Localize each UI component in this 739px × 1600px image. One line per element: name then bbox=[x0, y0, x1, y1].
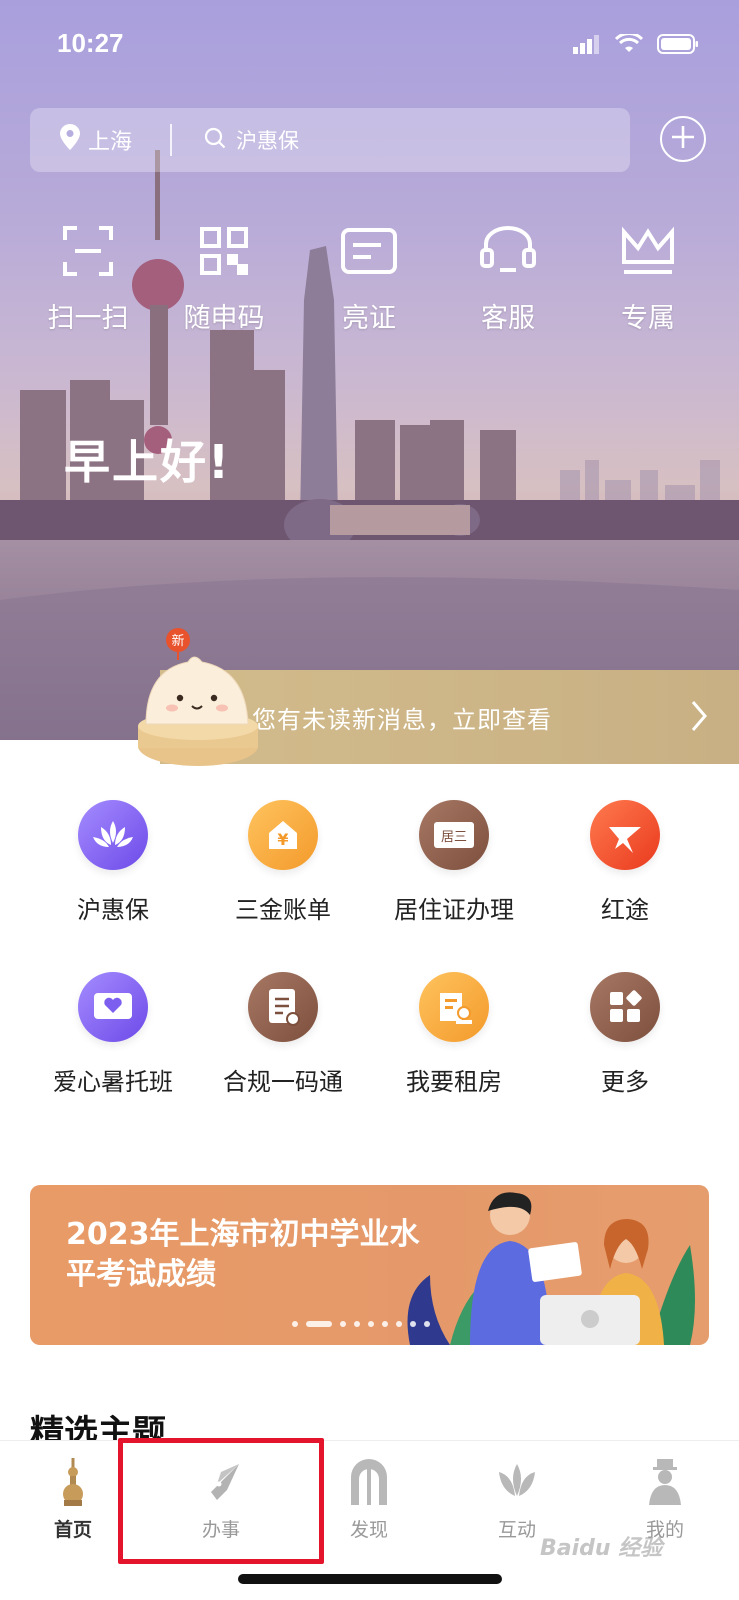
message-text: 您有未读新消息，立即查看 bbox=[252, 705, 552, 734]
location-selector[interactable]: 上海 bbox=[30, 124, 170, 156]
quick-actions: 扫一扫 随申码 亮证 客服 专属 bbox=[0, 222, 739, 342]
promo-title: 2023年上海市初中学业水平考试成绩 bbox=[66, 1217, 420, 1292]
service-label: 三金账单 bbox=[235, 896, 331, 924]
wifi-icon bbox=[614, 32, 644, 58]
carousel-dot bbox=[354, 1321, 360, 1327]
plus-icon bbox=[670, 124, 696, 154]
promo-banner[interactable]: 2023年上海市初中学业水平考试成绩 bbox=[30, 1185, 709, 1345]
watermark: Baidu 经验 bbox=[540, 1536, 663, 1561]
service-huhuibao[interactable]: 沪惠保 bbox=[28, 800, 198, 925]
quick-action-label: 扫一扫 bbox=[47, 303, 129, 334]
tab-label: 发现 bbox=[349, 1519, 388, 1541]
home-tower-icon bbox=[48, 1457, 98, 1507]
hero-banner: 10:27 上海 沪惠保 扫一扫 随申码 亮证 客服 专属 早上好! bbox=[0, 0, 739, 740]
heart-screen-icon bbox=[78, 972, 148, 1042]
service-compliance-code[interactable]: 合规一码通 bbox=[198, 972, 368, 1097]
service-hongtu[interactable]: 红途 bbox=[540, 800, 710, 925]
carousel-dot bbox=[410, 1321, 416, 1327]
battery-icon bbox=[657, 34, 699, 58]
location-label: 上海 bbox=[88, 130, 133, 155]
clock: 10:27 bbox=[57, 28, 124, 58]
yuan-house-icon: ¥ bbox=[248, 800, 318, 870]
arch-icon bbox=[344, 1457, 394, 1507]
carousel-dot bbox=[292, 1321, 298, 1327]
add-button[interactable] bbox=[660, 116, 706, 162]
home-indicator[interactable] bbox=[238, 1574, 502, 1584]
location-pin-icon bbox=[60, 124, 80, 156]
scan-icon bbox=[59, 222, 117, 280]
service-label: 沪惠保 bbox=[77, 896, 149, 924]
carousel-dot bbox=[396, 1321, 402, 1327]
tab-label: 首页 bbox=[53, 1519, 92, 1541]
greeting-text: 早上好! bbox=[64, 435, 231, 489]
service-summer-care-class[interactable]: 爱心暑托班 bbox=[28, 972, 198, 1097]
more-grid-icon bbox=[590, 972, 660, 1042]
document-icon bbox=[248, 972, 318, 1042]
quick-action-qr-code[interactable]: 随申码 bbox=[164, 222, 284, 335]
card-icon bbox=[340, 222, 398, 280]
svg-text:居三: 居三 bbox=[441, 830, 467, 845]
service-label: 爱心暑托班 bbox=[53, 1068, 173, 1096]
residence-card-icon: 居三 bbox=[419, 800, 489, 870]
quick-action-customer-service[interactable]: 客服 bbox=[448, 222, 568, 335]
quick-action-label: 专属 bbox=[621, 303, 675, 334]
rent-house-icon bbox=[419, 972, 489, 1042]
quick-action-exclusive[interactable]: 专属 bbox=[588, 222, 708, 335]
promo-illustration bbox=[407, 1192, 695, 1345]
quick-action-label: 亮证 bbox=[342, 303, 396, 334]
service-residence-permit[interactable]: 居三 居住证办理 bbox=[369, 800, 539, 925]
status-icons bbox=[573, 32, 699, 58]
carousel-dot bbox=[424, 1321, 430, 1327]
service-label: 合规一码通 bbox=[223, 1068, 343, 1096]
quick-action-scan[interactable]: 扫一扫 bbox=[28, 222, 148, 335]
new-badge: 新 bbox=[171, 633, 184, 649]
carousel-indicator bbox=[292, 1321, 430, 1327]
divider bbox=[170, 124, 172, 156]
highlight-annotation-box bbox=[118, 1438, 324, 1564]
red-star-icon bbox=[590, 800, 660, 870]
service-more[interactable]: 更多 bbox=[540, 972, 710, 1097]
carousel-dot bbox=[368, 1321, 374, 1327]
tab-discover[interactable]: 发现 bbox=[314, 1457, 424, 1542]
carousel-dot-active bbox=[306, 1321, 332, 1327]
status-bar: 10:27 bbox=[0, 0, 739, 90]
tab-label: 互动 bbox=[497, 1519, 536, 1541]
carousel-dot bbox=[382, 1321, 388, 1327]
dumpling-mascot: 新 bbox=[128, 628, 258, 768]
tab-home[interactable]: 首页 bbox=[18, 1457, 128, 1542]
signal-icon bbox=[573, 34, 601, 58]
search-bar[interactable]: 上海 沪惠保 bbox=[30, 108, 630, 172]
person-icon bbox=[640, 1457, 690, 1507]
lotus-icon bbox=[78, 800, 148, 870]
quick-action-card[interactable]: 亮证 bbox=[309, 222, 429, 335]
service-rent-house[interactable]: 我要租房 bbox=[369, 972, 539, 1097]
search-input[interactable]: 沪惠保 bbox=[186, 125, 299, 155]
svg-text:¥: ¥ bbox=[277, 830, 288, 849]
quick-action-label: 随申码 bbox=[183, 303, 265, 334]
magnolia-icon bbox=[492, 1457, 542, 1507]
service-sanjin-bill[interactable]: ¥ 三金账单 bbox=[198, 800, 368, 925]
qr-code-icon bbox=[195, 222, 253, 280]
quick-action-label: 客服 bbox=[481, 303, 535, 334]
carousel-dot bbox=[340, 1321, 346, 1327]
chevron-right-icon bbox=[689, 696, 709, 742]
crown-icon bbox=[619, 222, 677, 280]
search-icon bbox=[204, 127, 226, 154]
service-label: 更多 bbox=[601, 1068, 649, 1096]
service-label: 居住证办理 bbox=[394, 896, 514, 924]
service-label: 红途 bbox=[601, 896, 649, 924]
search-placeholder: 沪惠保 bbox=[236, 129, 299, 153]
service-label: 我要租房 bbox=[406, 1068, 502, 1096]
headset-icon bbox=[479, 222, 537, 280]
